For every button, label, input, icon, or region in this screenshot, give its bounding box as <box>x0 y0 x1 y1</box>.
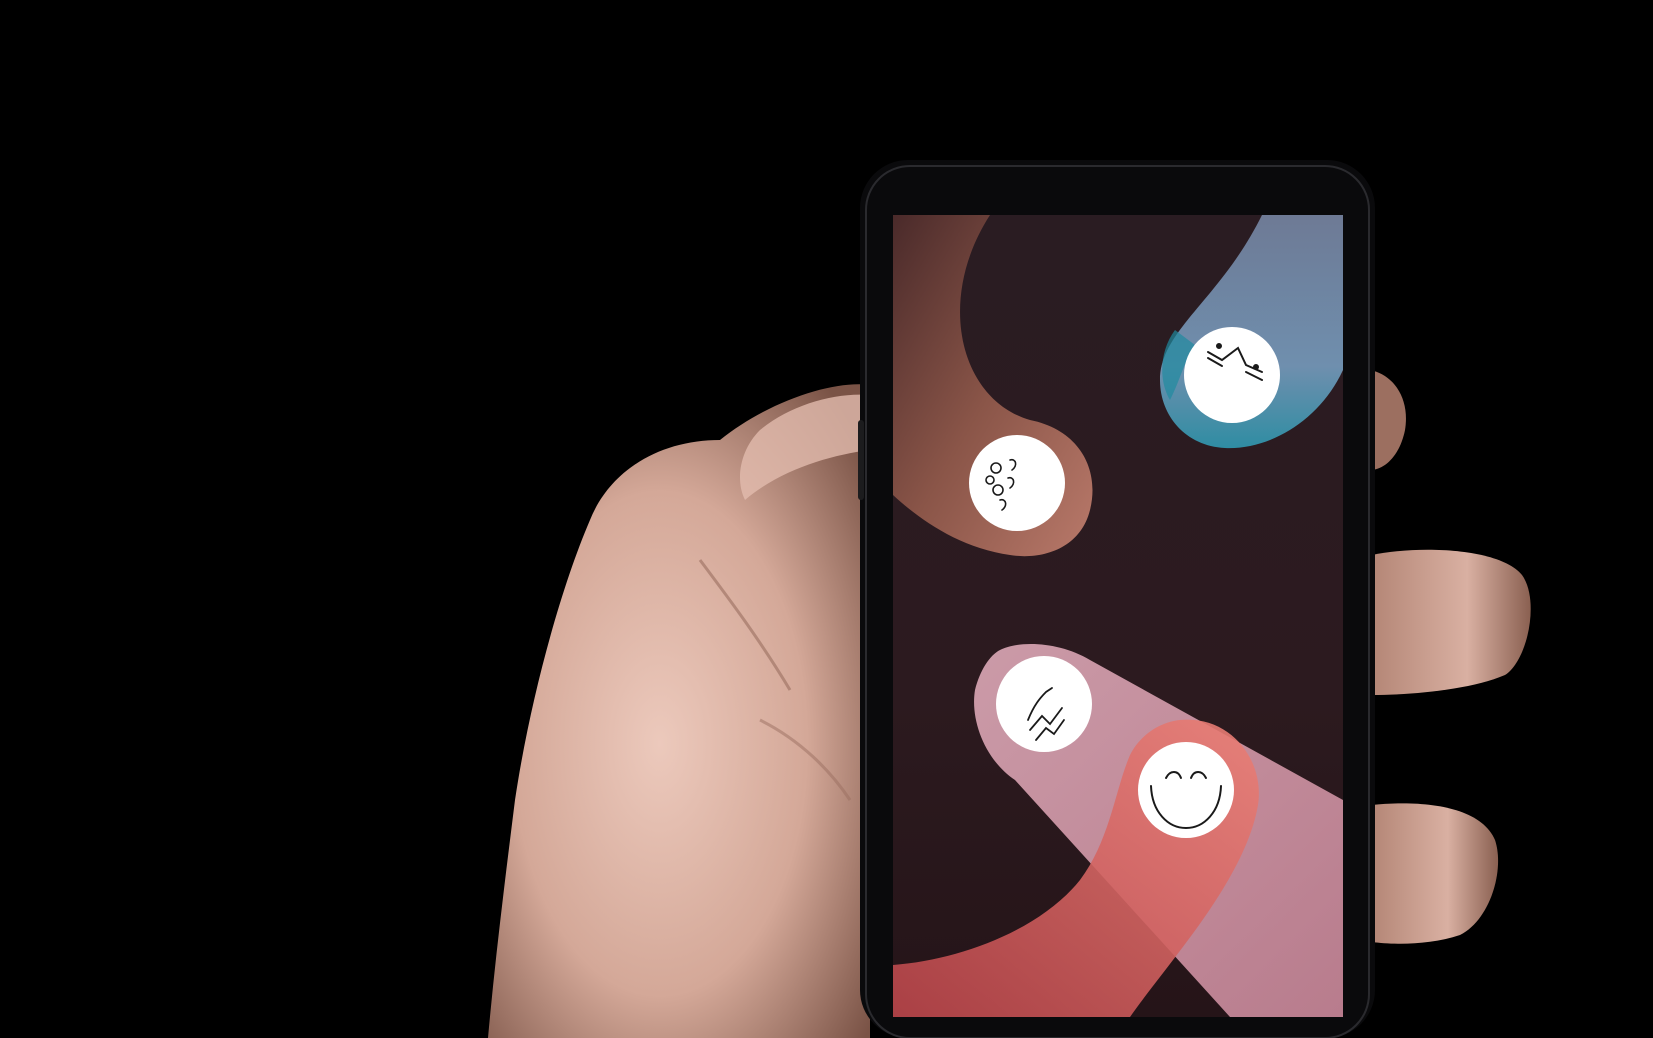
photo-scene <box>0 0 1653 1038</box>
scene-svg <box>0 0 1653 1038</box>
bubble-brown[interactable] <box>969 435 1065 531</box>
bubble-pink[interactable] <box>996 656 1092 752</box>
phone-screen[interactable] <box>893 215 1343 1017</box>
bubble-coral[interactable] <box>1138 742 1234 838</box>
phone-side-button <box>858 420 864 500</box>
bubble-teal[interactable] <box>1184 327 1280 423</box>
